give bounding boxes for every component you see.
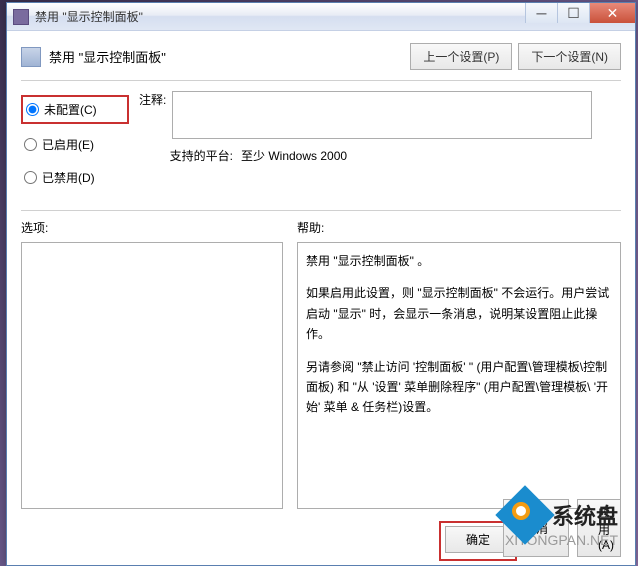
platform-label: 支持的平台:	[139, 147, 233, 164]
window-body: 禁用 "显示控制面板" 上一个设置(P) 下一个设置(N) 未配置(C) 已启用…	[7, 31, 635, 565]
radio-disabled-input[interactable]	[24, 171, 37, 184]
nav-buttons: 上一个设置(P) 下一个设置(N)	[410, 43, 621, 70]
header-left: 禁用 "显示控制面板"	[21, 47, 166, 67]
dialog-window: 禁用 "显示控制面板" ─ ☐ ✕ 禁用 "显示控制面板" 上一个设置(P) 下…	[6, 2, 636, 566]
divider	[21, 80, 621, 81]
config-row: 未配置(C) 已启用(E) 已禁用(D) 注释: 支持的平台:	[21, 91, 621, 198]
header-row: 禁用 "显示控制面板" 上一个设置(P) 下一个设置(N)	[21, 43, 621, 80]
radio-not-configured[interactable]: 未配置(C)	[21, 95, 129, 124]
close-button[interactable]: ✕	[589, 3, 635, 23]
radio-not-configured-input[interactable]	[26, 103, 39, 116]
radio-enabled[interactable]: 已启用(E)	[21, 132, 129, 157]
platform-value: 至少 Windows 2000	[241, 147, 621, 164]
brand-logo-text: 系统盘	[552, 499, 618, 531]
comment-section: 注释: 支持的平台: 至少 Windows 2000	[139, 91, 621, 198]
help-p3: 另请参阅 "禁止访问 '控制面板' " (用户配置\管理模板\控制面板) 和 "…	[306, 357, 612, 418]
comment-label: 注释:	[139, 91, 166, 108]
radio-enabled-label: 已启用(E)	[42, 136, 94, 153]
window-title: 禁用 "显示控制面板"	[35, 8, 143, 25]
titlebar[interactable]: 禁用 "显示控制面板" ─ ☐ ✕	[7, 3, 635, 31]
help-label: 帮助:	[297, 219, 621, 236]
policy-icon	[21, 47, 41, 67]
radio-disabled[interactable]: 已禁用(D)	[21, 165, 129, 190]
window-icon	[13, 9, 29, 25]
content-row: 选项: 帮助: 禁用 "显示控制面板" 。 如果启用此设置，则 "显示控制面板"…	[21, 219, 621, 509]
comment-textarea[interactable]	[172, 91, 592, 139]
help-column: 帮助: 禁用 "显示控制面板" 。 如果启用此设置，则 "显示控制面板" 不会运…	[297, 219, 621, 509]
next-setting-button[interactable]: 下一个设置(N)	[518, 43, 621, 70]
options-label: 选项:	[21, 219, 283, 236]
options-panel	[21, 242, 283, 509]
options-column: 选项:	[21, 219, 283, 509]
prev-setting-button[interactable]: 上一个设置(P)	[410, 43, 512, 70]
maximize-button[interactable]: ☐	[557, 3, 589, 23]
platform-row: 支持的平台: 至少 Windows 2000	[139, 147, 621, 164]
brand-logo: 系统盘	[504, 494, 618, 536]
brand-logo-icon	[504, 494, 546, 536]
radio-disabled-label: 已禁用(D)	[42, 169, 95, 186]
minimize-button[interactable]: ─	[525, 3, 557, 23]
help-p2: 如果启用此设置，则 "显示控制面板" 不会运行。用户尝试启动 "显示" 时，会显…	[306, 283, 612, 344]
radio-not-configured-label: 未配置(C)	[44, 101, 97, 118]
window-controls: ─ ☐ ✕	[525, 3, 635, 23]
help-p1: 禁用 "显示控制面板" 。	[306, 251, 612, 271]
page-title: 禁用 "显示控制面板"	[49, 47, 166, 66]
radio-enabled-input[interactable]	[24, 138, 37, 151]
divider-2	[21, 210, 621, 211]
help-panel: 禁用 "显示控制面板" 。 如果启用此设置，则 "显示控制面板" 不会运行。用户…	[297, 242, 621, 509]
radio-group: 未配置(C) 已启用(E) 已禁用(D)	[21, 91, 129, 198]
